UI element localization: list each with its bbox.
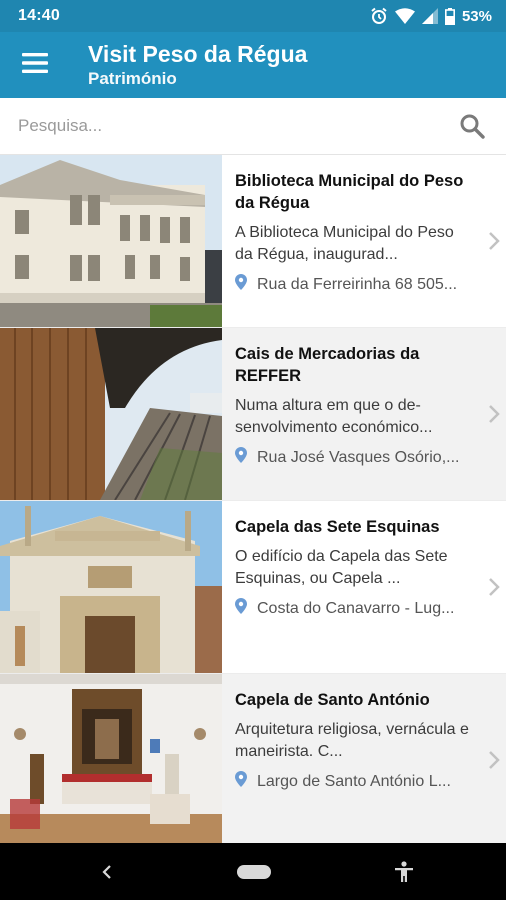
item-address: Costa do Canavarro - Lug...	[235, 598, 476, 619]
location-pin-icon	[235, 771, 251, 792]
item-title: Cais de Mercadorias da REFFER	[235, 345, 420, 385]
location-pin-icon	[235, 447, 251, 468]
list-item[interactable]: Biblioteca Municipal do Peso da Régua A …	[0, 155, 506, 328]
chevron-right-icon	[488, 577, 500, 602]
list-item[interactable]: Cais de Mercadorias da REFFER Numa altur…	[0, 328, 506, 501]
menu-button[interactable]	[0, 32, 70, 98]
item-title: Capela das Sete Esquinas	[235, 518, 440, 536]
chevron-right-icon	[488, 404, 500, 429]
item-address: Largo de Santo António L...	[235, 771, 476, 792]
item-title: Biblioteca Municipal do Peso da Régua	[235, 172, 464, 212]
item-description: Numa altura em que o de-senvolvimento ec…	[235, 397, 433, 436]
chevron-right-icon	[488, 750, 500, 775]
item-description: Arquitetura religiosa, vernácula e manei…	[235, 721, 469, 760]
item-address-text: Rua José Vasques Osório,...	[257, 448, 460, 466]
item-info: Biblioteca Municipal do Peso da Régua A …	[222, 155, 506, 327]
signal-icon	[421, 8, 438, 24]
status-icons: 53%	[370, 7, 492, 25]
system-nav-bar	[0, 843, 506, 900]
item-info: Capela das Sete Esquinas O edifício da C…	[222, 501, 506, 673]
hamburger-menu-icon	[22, 52, 48, 79]
heritage-list: Biblioteca Municipal do Peso da Régua A …	[0, 155, 506, 847]
item-info: Capela de Santo António Arquitetura reli…	[222, 674, 506, 846]
item-thumbnail	[0, 501, 222, 673]
alarm-icon	[370, 7, 388, 25]
item-address-text: Rua da Ferreirinha 68 505...	[257, 275, 458, 293]
item-address: Rua da Ferreirinha 68 505...	[235, 274, 476, 295]
search-bar	[0, 98, 506, 155]
status-time: 14:40	[18, 7, 60, 24]
location-pin-icon	[235, 274, 251, 295]
battery-icon	[444, 7, 455, 25]
battery-percent: 53%	[461, 7, 492, 25]
item-title: Capela de Santo António	[235, 691, 430, 709]
app-bar: Visit Peso da Régua Património	[0, 32, 506, 98]
app-title: Visit Peso da Régua	[88, 41, 308, 67]
search-icon[interactable]	[456, 110, 488, 142]
item-thumbnail	[0, 155, 222, 327]
accessibility-icon[interactable]	[394, 860, 414, 883]
item-thumbnail	[0, 328, 222, 500]
item-thumbnail	[0, 674, 222, 846]
item-description: O edifício da Capela das Sete Esquinas, …	[235, 548, 448, 587]
list-item[interactable]: Capela de Santo António Arquitetura reli…	[0, 674, 506, 847]
item-info: Cais de Mercadorias da REFFER Numa altur…	[222, 328, 506, 500]
chevron-right-icon	[488, 231, 500, 256]
item-address: Rua José Vasques Osório,...	[235, 447, 476, 468]
home-pill-icon[interactable]	[237, 864, 271, 879]
item-address-text: Costa do Canavarro - Lug...	[257, 599, 455, 617]
item-address-text: Largo de Santo António L...	[257, 772, 451, 790]
wifi-icon	[394, 8, 415, 24]
item-description: A Biblioteca Municipal do Peso da Régua,…	[235, 224, 454, 263]
search-input[interactable]	[18, 116, 456, 136]
app-subtitle: Património	[88, 69, 177, 88]
location-pin-icon	[235, 598, 251, 619]
app-titles: Visit Peso da Régua Património	[88, 40, 307, 90]
status-bar: 14:40 53%	[0, 0, 506, 32]
back-icon[interactable]	[100, 864, 114, 880]
list-item[interactable]: Capela das Sete Esquinas O edifício da C…	[0, 501, 506, 674]
